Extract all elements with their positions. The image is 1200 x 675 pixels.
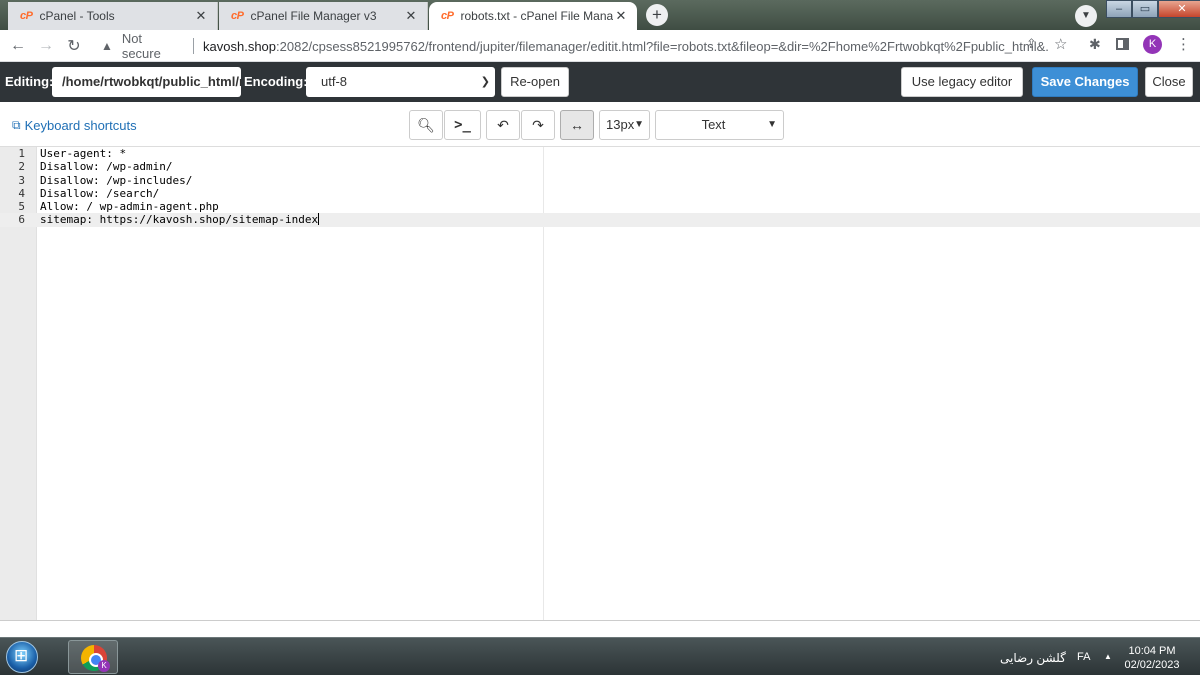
back-arrow-icon[interactable]: ← [4,37,32,55]
extensions-puzzle-icon[interactable]: ✱ [1089,36,1101,53]
search-button[interactable]: 🔍︎ [409,110,443,140]
tab-cpanel-tools[interactable]: cP cPanel - Tools ✕ [8,2,218,30]
chevron-down-icon: ❯ [480,76,490,88]
language-indicator[interactable]: FA [1077,651,1090,663]
line-number: 2 [18,160,25,174]
reload-icon[interactable]: ↻ [60,36,88,56]
code-line[interactable]: 4 Disallow: /search/ [0,187,1200,200]
file-path-field[interactable]: /home/rtwobkqt/public_html/robots.txt [52,67,241,97]
text-cursor [318,213,320,226]
chevron-down-icon: ▼ [767,119,777,130]
line-text[interactable]: Disallow: /wp-includes/ [40,174,192,187]
close-tab-icon[interactable]: ✕ [403,8,419,24]
taskbar-chrome-button[interactable]: K [68,640,118,674]
reopen-button[interactable]: Re-open [501,67,569,97]
editor-header: Editing: /home/rtwobkqt/public_html/robo… [0,62,1200,102]
search-icon: 🔍︎ [417,117,435,133]
font-size-value: 13px [606,117,635,132]
code-editor[interactable]: 1 User-agent: * 2 Disallow: /wp-admin/ 3… [0,146,1200,621]
code-line[interactable]: 3 Disallow: /wp-includes/ [0,174,1200,187]
tab-file-manager[interactable]: cP cPanel File Manager v3 ✕ [219,2,428,30]
close-tab-icon[interactable]: ✕ [613,8,629,24]
terminal-prompt-icon: >_ [454,117,471,133]
new-tab-button[interactable]: + [646,4,668,26]
external-link-icon: ⧉ [12,118,21,132]
save-changes-button[interactable]: Save Changes [1032,67,1138,97]
share-icon[interactable]: ⇪ [1026,36,1037,52]
code-line[interactable]: 1 User-agent: * [0,147,1200,160]
tab-robots-txt[interactable]: cP robots.txt - cPanel File Manager ✕ [429,2,637,30]
line-number: 3 [18,173,25,187]
wrap-toggle-button[interactable]: ↔ [560,110,594,140]
warning-triangle-icon: ▲ [100,39,113,53]
goto-line-button[interactable]: >_ [444,110,481,140]
redo-icon: ↷ [532,117,544,133]
url-path: :2082/cpsess8521995762/frontend/jupiter/… [276,38,1048,54]
line-text[interactable]: Disallow: /search/ [40,187,159,200]
code-line[interactable]: 2 Disallow: /wp-admin/ [0,160,1200,173]
encoding-label: Encoding: [244,74,308,89]
code-line-current[interactable]: 6 sitemap: https://kavosh.shop/sitemap-i… [0,213,1200,227]
security-label: Not secure [121,31,161,61]
horizontal-arrows-icon: ↔ [570,117,584,133]
tab-title: robots.txt - cPanel File Manager [460,9,613,23]
keyboard-shortcuts-link[interactable]: ⧉ Keyboard shortcuts [12,118,137,133]
tab-search-chevron-icon[interactable]: ▼ [1075,5,1097,27]
editing-label: Editing: [5,74,54,89]
chevron-down-icon: ▼ [634,119,644,130]
redo-button[interactable]: ↷ [521,110,555,140]
bookmark-star-icon[interactable]: ☆ [1054,35,1067,53]
forward-arrow-icon[interactable]: → [32,37,60,55]
window-controls: ‒ ▭ ✕ [1106,0,1200,18]
cpanel-logo-icon: cP [20,10,33,22]
tab-title: cPanel File Manager v3 [250,9,377,23]
line-text[interactable]: Allow: / wp-admin-agent.php [40,200,219,213]
mode-select[interactable]: Text ▼ [655,110,784,140]
encoding-select[interactable]: utf-8 ❯ [306,67,495,97]
minimize-icon[interactable]: ‒ [1106,0,1132,18]
windows-taskbar: K گلشن رضایی FA ▲ 10:04 PM 02/02/2023 [0,637,1200,675]
line-number: 5 [18,200,25,214]
clock-time: 10:04 PM [1128,645,1176,657]
url-host: kavosh.shop [203,38,277,54]
windows-start-icon[interactable] [6,641,38,673]
tray-user-name[interactable]: گلشن رضایی [1000,651,1066,665]
cpanel-logo-icon: cP [441,10,454,22]
browser-tab-strip: cP cPanel - Tools ✕ cP cPanel File Manag… [0,0,1200,30]
maximize-icon[interactable]: ▭ [1132,0,1158,18]
line-text[interactable]: User-agent: * [40,147,126,160]
undo-icon: ↶ [497,117,509,133]
profile-badge: K [98,660,110,672]
line-text: sitemap: https://kavosh.shop/sitemap-ind… [40,213,319,227]
line-number: 6 [18,213,25,227]
code-line[interactable]: 5 Allow: / wp-admin-agent.php [0,200,1200,213]
clock-date: 02/02/2023 [1124,659,1180,671]
address-bar[interactable]: ▲ Not secure kavosh.shop :2082/cpsess852… [98,31,1048,61]
browser-toolbar: ← → ↻ ▲ Not secure kavosh.shop :2082/cps… [0,30,1200,62]
undo-button[interactable]: ↶ [486,110,520,140]
side-panel-icon[interactable] [1116,38,1129,50]
tray-clock[interactable]: 10:04 PM 02/02/2023 [1122,644,1182,672]
tray-expand-icon[interactable]: ▲ [1104,652,1112,661]
close-window-icon[interactable]: ✕ [1158,0,1200,18]
mode-value: Text [701,117,726,132]
code-lines[interactable]: 1 User-agent: * 2 Disallow: /wp-admin/ 3… [0,147,1200,227]
tab-title: cPanel - Tools [39,9,115,23]
close-tab-icon[interactable]: ✕ [193,8,209,24]
line-number: 1 [18,147,25,160]
divider [193,38,195,54]
line-text[interactable]: Disallow: /wp-admin/ [40,160,172,173]
encoding-value: utf-8 [321,74,348,89]
profile-avatar[interactable]: K [1143,35,1162,54]
close-button[interactable]: Close [1145,67,1193,97]
line-text-with-cursor[interactable]: sitemap: https://kavosh.shop/sitemap-ind… [40,213,320,227]
menu-kebab-icon[interactable]: ⋮ [1176,35,1191,53]
keyboard-shortcuts-label: Keyboard shortcuts [24,118,137,133]
cpanel-logo-icon: cP [231,10,244,22]
legacy-editor-button[interactable]: Use legacy editor [901,67,1023,97]
font-size-select[interactable]: 13px ▼ [599,110,650,140]
line-number: 4 [18,186,25,200]
